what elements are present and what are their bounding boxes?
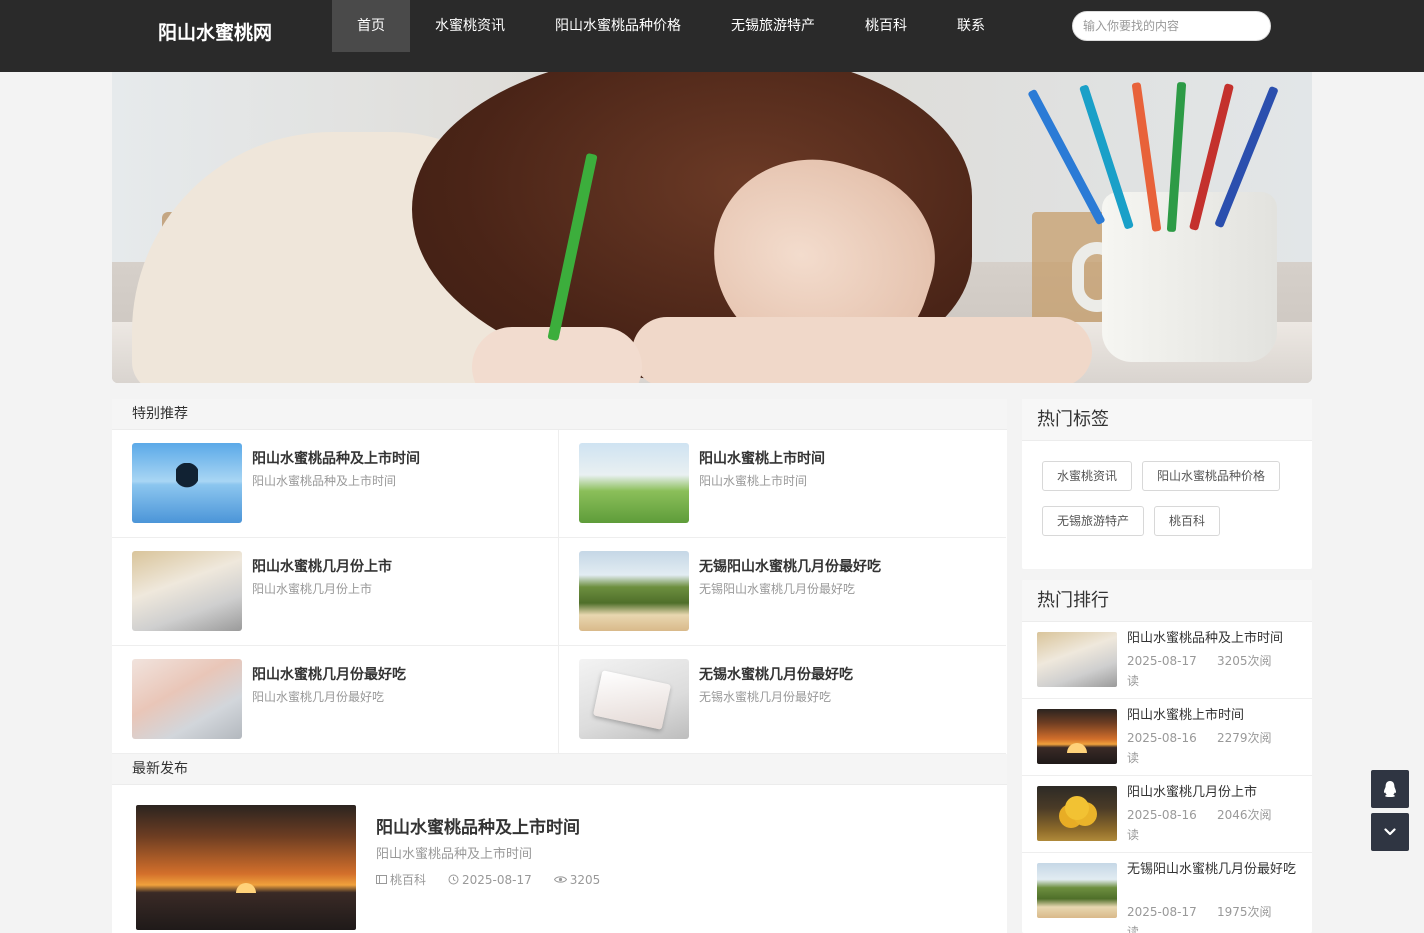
rank-item-views-unit: 读 xyxy=(1127,751,1140,765)
peach-hill-thumb-icon[interactable] xyxy=(1037,863,1117,918)
clock-icon xyxy=(448,874,459,885)
rank-item[interactable]: 阳山水蜜桃上市时间 2025-08-16 2279次阅 读 xyxy=(1022,699,1312,776)
recommend-item-summary: 阳山水蜜桃上市时间 xyxy=(699,474,808,488)
recommend-grid: 阳山水蜜桃品种及上市时间 阳山水蜜桃品种及上市时间 阳山水蜜桃上市时间 阳山水蜜… xyxy=(112,430,1007,754)
rank-item-views: 2279次阅 xyxy=(1217,731,1272,745)
sunset-thumb-icon[interactable] xyxy=(136,805,356,930)
qq-contact-button[interactable] xyxy=(1371,770,1409,808)
section-title-recommend: 特别推荐 xyxy=(112,399,1007,430)
rank-item-views: 3205次阅 xyxy=(1217,654,1272,668)
views-label: 3205 xyxy=(569,872,601,887)
recommend-item-title[interactable]: 阳山水蜜桃上市时间 xyxy=(699,448,825,468)
sunset-thumb-icon[interactable] xyxy=(1037,709,1117,764)
nav-peach-encyclopedia[interactable]: 桃百科 xyxy=(840,0,932,52)
search-input[interactable] xyxy=(1072,11,1271,41)
rank-item-meta: 2025-08-16 2279次阅 读 xyxy=(1127,728,1277,768)
flower-vase-thumb-icon[interactable] xyxy=(1037,786,1117,841)
category-label: 桃百科 xyxy=(390,873,427,887)
typing-thumb-icon[interactable] xyxy=(132,659,242,739)
latest-article-category[interactable]: 桃百科 xyxy=(376,871,426,888)
recommend-item-title[interactable]: 阳山水蜜桃品种及上市时间 xyxy=(252,448,420,468)
latest-article-summary: 阳山水蜜桃品种及上市时间 xyxy=(376,847,533,862)
banner-arm xyxy=(632,317,1092,383)
rank-item-views: 2046次阅 xyxy=(1217,808,1272,822)
nav-news[interactable]: 水蜜桃资讯 xyxy=(410,0,530,52)
recommend-item-summary: 阳山水蜜桃几月份上市 xyxy=(252,582,373,596)
rank-item-meta: 2025-08-17 3205次阅 读 xyxy=(1127,651,1277,691)
main-content: 特别推荐 阳山水蜜桃品种及上市时间 阳山水蜜桃品种及上市时间 阳山水蜜桃上市时间… xyxy=(112,399,1007,933)
rank-item-views: 1975次阅 xyxy=(1217,905,1272,919)
site-header: 阳山水蜜桃网 首页 水蜜桃资讯 阳山水蜜桃品种价格 无锡旅游特产 桃百科 联系 xyxy=(0,0,1424,72)
rank-item[interactable]: 无锡阳山水蜜桃几月份最好吃 2025-08-17 1975次阅 读 xyxy=(1022,853,1312,933)
recommend-item-summary: 无锡阳山水蜜桃几月份最好吃 xyxy=(699,582,856,596)
rank-item-meta: 2025-08-16 2046次阅 读 xyxy=(1127,805,1277,845)
eye-icon xyxy=(553,876,567,883)
nav-wuxi-specialties[interactable]: 无锡旅游特产 xyxy=(706,0,840,52)
recommend-item-title[interactable]: 无锡阳山水蜜桃几月份最好吃 xyxy=(699,556,881,576)
peach-hill-thumb-icon[interactable] xyxy=(579,551,689,631)
hot-tags-panel: 热门标签 水蜜桃资讯 阳山水蜜桃品种价格 无锡旅游特产 桃百科 xyxy=(1022,399,1312,569)
scroll-down-button[interactable] xyxy=(1371,813,1409,851)
recommend-item[interactable]: 无锡阳山水蜜桃几月份最好吃 无锡阳山水蜜桃几月份最好吃 xyxy=(559,538,1006,646)
hero-banner[interactable] xyxy=(112,72,1312,383)
recommend-item[interactable]: 阳山水蜜桃品种及上市时间 阳山水蜜桃品种及上市时间 xyxy=(112,430,559,538)
rank-item-date: 2025-08-17 xyxy=(1127,654,1197,668)
recommend-item[interactable]: 阳山水蜜桃几月份最好吃 阳山水蜜桃几月份最好吃 xyxy=(112,646,559,754)
recommend-item-title[interactable]: 阳山水蜜桃几月份最好吃 xyxy=(252,664,406,684)
section-title-latest: 最新发布 xyxy=(112,754,1007,785)
recommend-item[interactable]: 阳山水蜜桃上市时间 阳山水蜜桃上市时间 xyxy=(559,430,1006,538)
tag-peach-encyclopedia[interactable]: 桃百科 xyxy=(1154,506,1221,536)
laptop-thumb-icon[interactable] xyxy=(1037,632,1117,687)
latest-article[interactable]: 阳山水蜜桃品种及上市时间 阳山水蜜桃品种及上市时间 桃百科 2025-08-17… xyxy=(112,785,1007,933)
rank-item-title[interactable]: 无锡阳山水蜜桃几月份最好吃 xyxy=(1127,860,1302,880)
tree-lake-thumb-icon[interactable] xyxy=(132,443,242,523)
nav-home[interactable]: 首页 xyxy=(332,0,410,52)
nav-contact[interactable]: 联系 xyxy=(932,0,1010,52)
tag-varieties-prices[interactable]: 阳山水蜜桃品种价格 xyxy=(1142,461,1281,491)
hot-tags-title: 热门标签 xyxy=(1022,399,1312,441)
rank-item-views-unit: 读 xyxy=(1127,925,1140,933)
rank-item-title[interactable]: 阳山水蜜桃几月份上市 xyxy=(1127,783,1302,803)
recommend-item-title[interactable]: 无锡水蜜桃几月份最好吃 xyxy=(699,664,853,684)
site-logo[interactable]: 阳山水蜜桃网 xyxy=(158,20,272,46)
rank-item-date: 2025-08-16 xyxy=(1127,731,1197,745)
laptop-thumb-icon[interactable] xyxy=(132,551,242,631)
date-label: 2025-08-17 xyxy=(462,872,532,887)
rank-item-views-unit: 读 xyxy=(1127,828,1140,842)
nav-varieties-prices[interactable]: 阳山水蜜桃品种价格 xyxy=(530,0,706,52)
recommend-item-summary: 阳山水蜜桃几月份最好吃 xyxy=(252,690,385,704)
recommend-item-summary: 阳山水蜜桃品种及上市时间 xyxy=(252,474,397,488)
gift-box-thumb-icon[interactable] xyxy=(579,659,689,739)
flower-field-thumb-icon[interactable] xyxy=(579,443,689,523)
hot-rank-title: 热门排行 xyxy=(1022,580,1312,622)
latest-article-meta: 桃百科 2025-08-17 3205 xyxy=(376,871,600,888)
rank-item-meta: 2025-08-17 1975次阅 读 xyxy=(1127,902,1277,933)
rank-item[interactable]: 阳山水蜜桃几月份上市 2025-08-16 2046次阅 读 xyxy=(1022,776,1312,853)
recommend-item-summary: 无锡水蜜桃几月份最好吃 xyxy=(699,690,832,704)
rank-item-title[interactable]: 阳山水蜜桃品种及上市时间 xyxy=(1127,629,1302,649)
rank-item-date: 2025-08-17 xyxy=(1127,905,1197,919)
tag-news[interactable]: 水蜜桃资讯 xyxy=(1042,461,1133,491)
rank-item-date: 2025-08-16 xyxy=(1127,808,1197,822)
rank-item-title[interactable]: 阳山水蜜桃上市时间 xyxy=(1127,706,1302,726)
rank-item[interactable]: 阳山水蜜桃品种及上市时间 2025-08-17 3205次阅 读 xyxy=(1022,622,1312,699)
rank-item-views-unit: 读 xyxy=(1127,674,1140,688)
hot-rank-panel: 热门排行 阳山水蜜桃品种及上市时间 2025-08-17 3205次阅 读 阳山… xyxy=(1022,580,1312,933)
recommend-item-title[interactable]: 阳山水蜜桃几月份上市 xyxy=(252,556,392,576)
latest-article-date: 2025-08-17 xyxy=(448,871,532,888)
chevron-down-icon xyxy=(1384,828,1396,836)
latest-article-views: 3205 xyxy=(553,871,601,888)
tag-wuxi-specialties[interactable]: 无锡旅游特产 xyxy=(1042,506,1145,536)
folder-icon xyxy=(376,875,387,884)
qq-penguin-icon xyxy=(1383,781,1397,797)
main-nav: 首页 水蜜桃资讯 阳山水蜜桃品种价格 无锡旅游特产 桃百科 联系 xyxy=(332,0,1010,52)
recommend-item[interactable]: 阳山水蜜桃几月份上市 阳山水蜜桃几月份上市 xyxy=(112,538,559,646)
recommend-item[interactable]: 无锡水蜜桃几月份最好吃 无锡水蜜桃几月份最好吃 xyxy=(559,646,1006,754)
latest-article-title[interactable]: 阳山水蜜桃品种及上市时间 xyxy=(376,813,580,838)
tag-list: 水蜜桃资讯 阳山水蜜桃品种价格 无锡旅游特产 桃百科 xyxy=(1022,441,1312,536)
